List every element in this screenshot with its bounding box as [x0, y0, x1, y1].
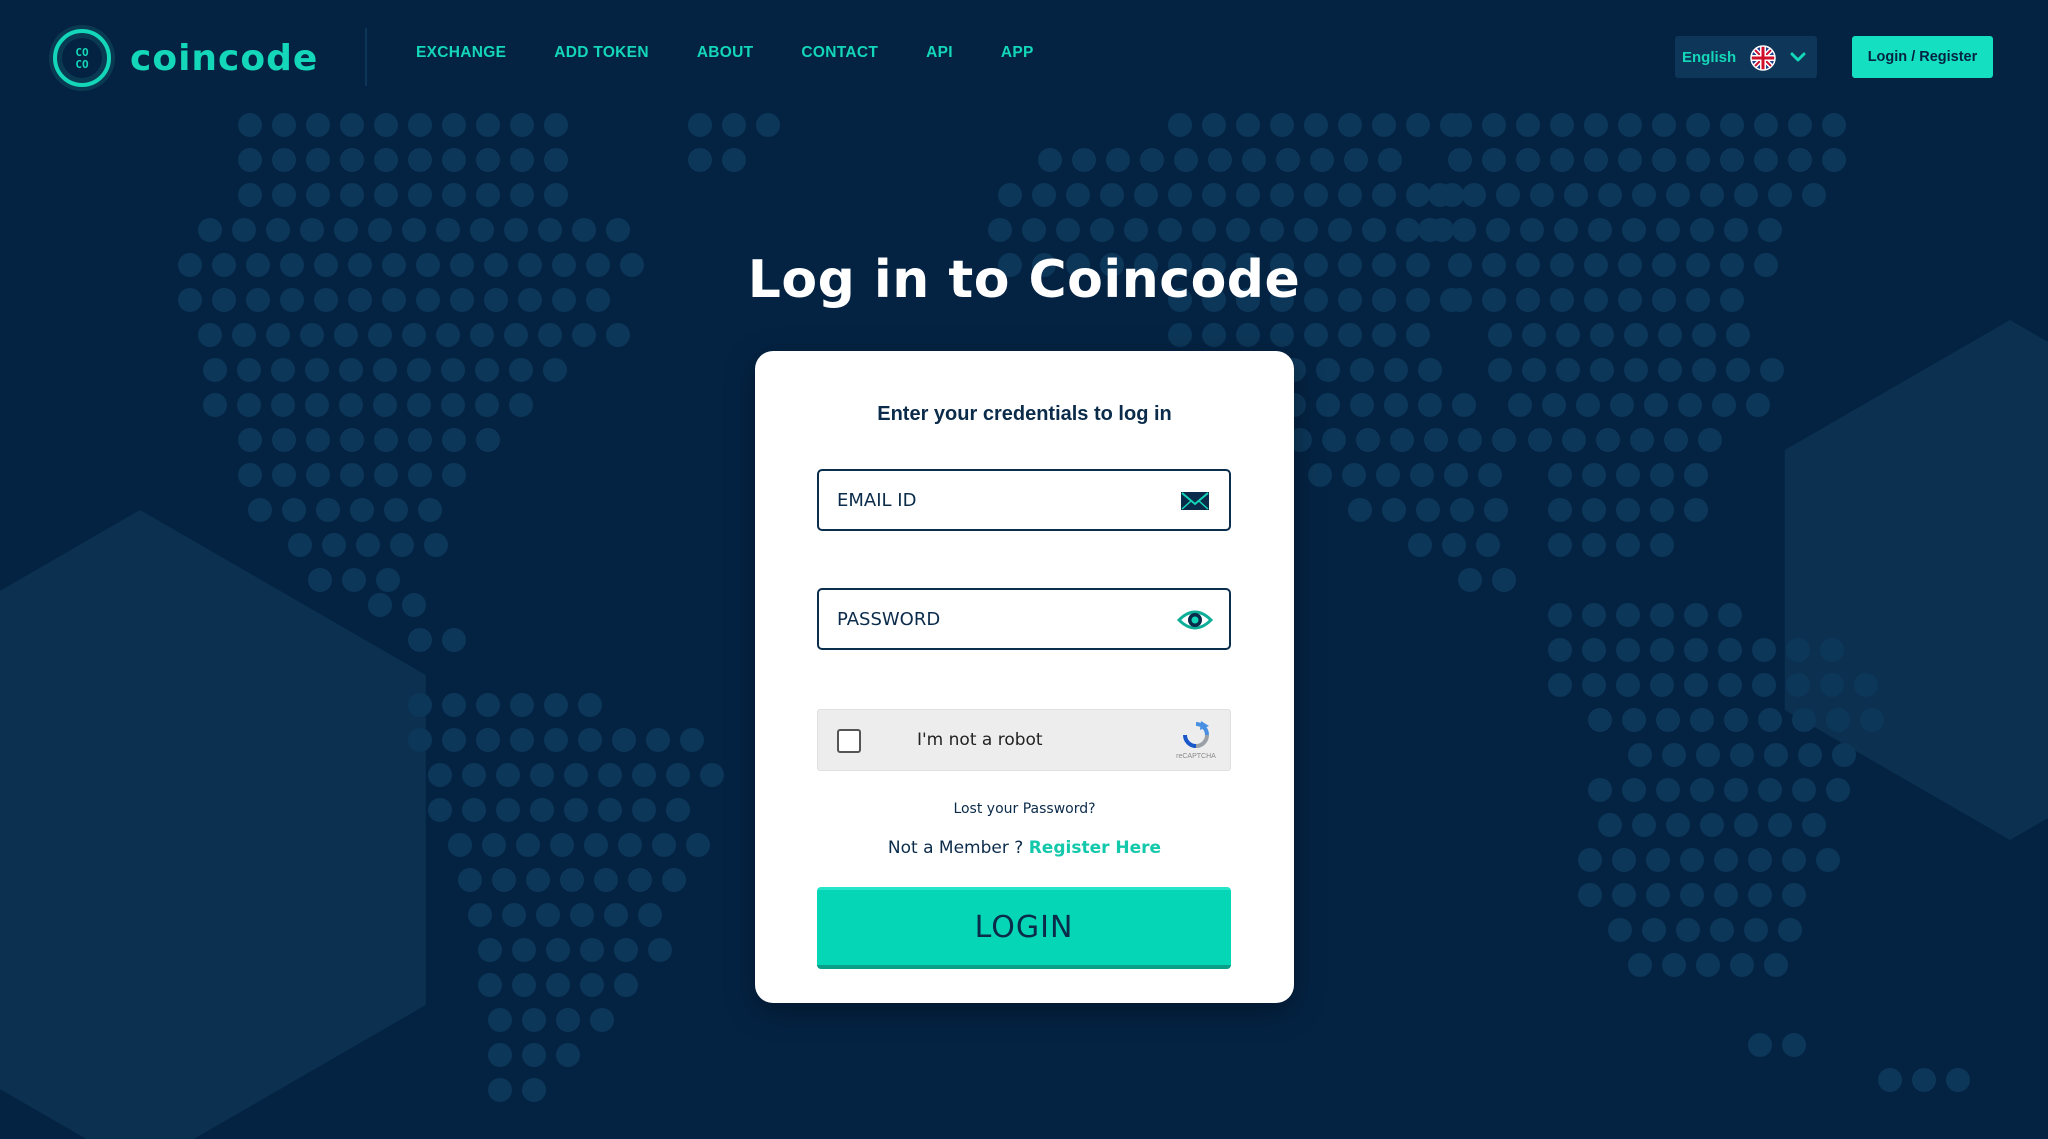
- lost-password-link[interactable]: Lost your Password?: [755, 801, 1294, 817]
- not-member-text: Not a Member ?: [887, 838, 1024, 858]
- password-input[interactable]: [835, 607, 1159, 631]
- svg-text:CO: CO: [75, 58, 89, 71]
- login-card: Enter your credentials to log in I'm not…: [755, 351, 1294, 1003]
- eye-icon[interactable]: [1177, 606, 1213, 634]
- email-field[interactable]: [817, 469, 1231, 531]
- coincode-logo-icon: CO CO: [49, 25, 115, 91]
- login-submit-button[interactable]: LOGIN: [817, 887, 1231, 969]
- nav-add-token[interactable]: ADD TOKEN: [554, 44, 649, 62]
- recaptcha-label: I'm not a robot: [917, 730, 1043, 750]
- language-selector[interactable]: English: [1675, 36, 1817, 78]
- nav-contact[interactable]: CONTACT: [801, 44, 878, 62]
- chevron-down-icon: [1790, 52, 1806, 62]
- nav-api[interactable]: API: [926, 44, 953, 62]
- login-register-button[interactable]: Login / Register: [1852, 36, 1993, 78]
- recaptcha-brand: reCAPTCHA: [1176, 753, 1216, 760]
- recaptcha-widget: I'm not a robot reCAPTCHA: [817, 709, 1231, 771]
- language-label: English: [1682, 48, 1737, 66]
- uk-flag-icon: [1750, 45, 1776, 71]
- nav-about[interactable]: ABOUT: [697, 44, 754, 62]
- top-navigation-bar: CO CO coincode EXCHANGE ADD TOKEN ABOUT …: [0, 0, 2048, 115]
- brand-name: coincode: [130, 37, 319, 79]
- nav-exchange[interactable]: EXCHANGE: [416, 44, 506, 62]
- brand-logo[interactable]: CO CO coincode: [48, 25, 318, 91]
- nav-divider: [365, 28, 367, 86]
- register-prompt: Not a Member ? Register Here: [755, 838, 1294, 858]
- register-link[interactable]: Register Here: [1029, 838, 1161, 858]
- main-nav: EXCHANGE ADD TOKEN ABOUT CONTACT API APP: [416, 44, 1034, 62]
- login-subtitle: Enter your credentials to log in: [877, 403, 1172, 425]
- recaptcha-logo-icon: [1183, 721, 1209, 748]
- nav-app[interactable]: APP: [1001, 44, 1034, 62]
- password-field[interactable]: [817, 588, 1231, 650]
- email-input[interactable]: [835, 488, 1159, 512]
- envelope-icon: [1181, 492, 1209, 510]
- recaptcha-checkbox[interactable]: [837, 729, 861, 753]
- page-title: Log in to Coincode: [747, 250, 1301, 310]
